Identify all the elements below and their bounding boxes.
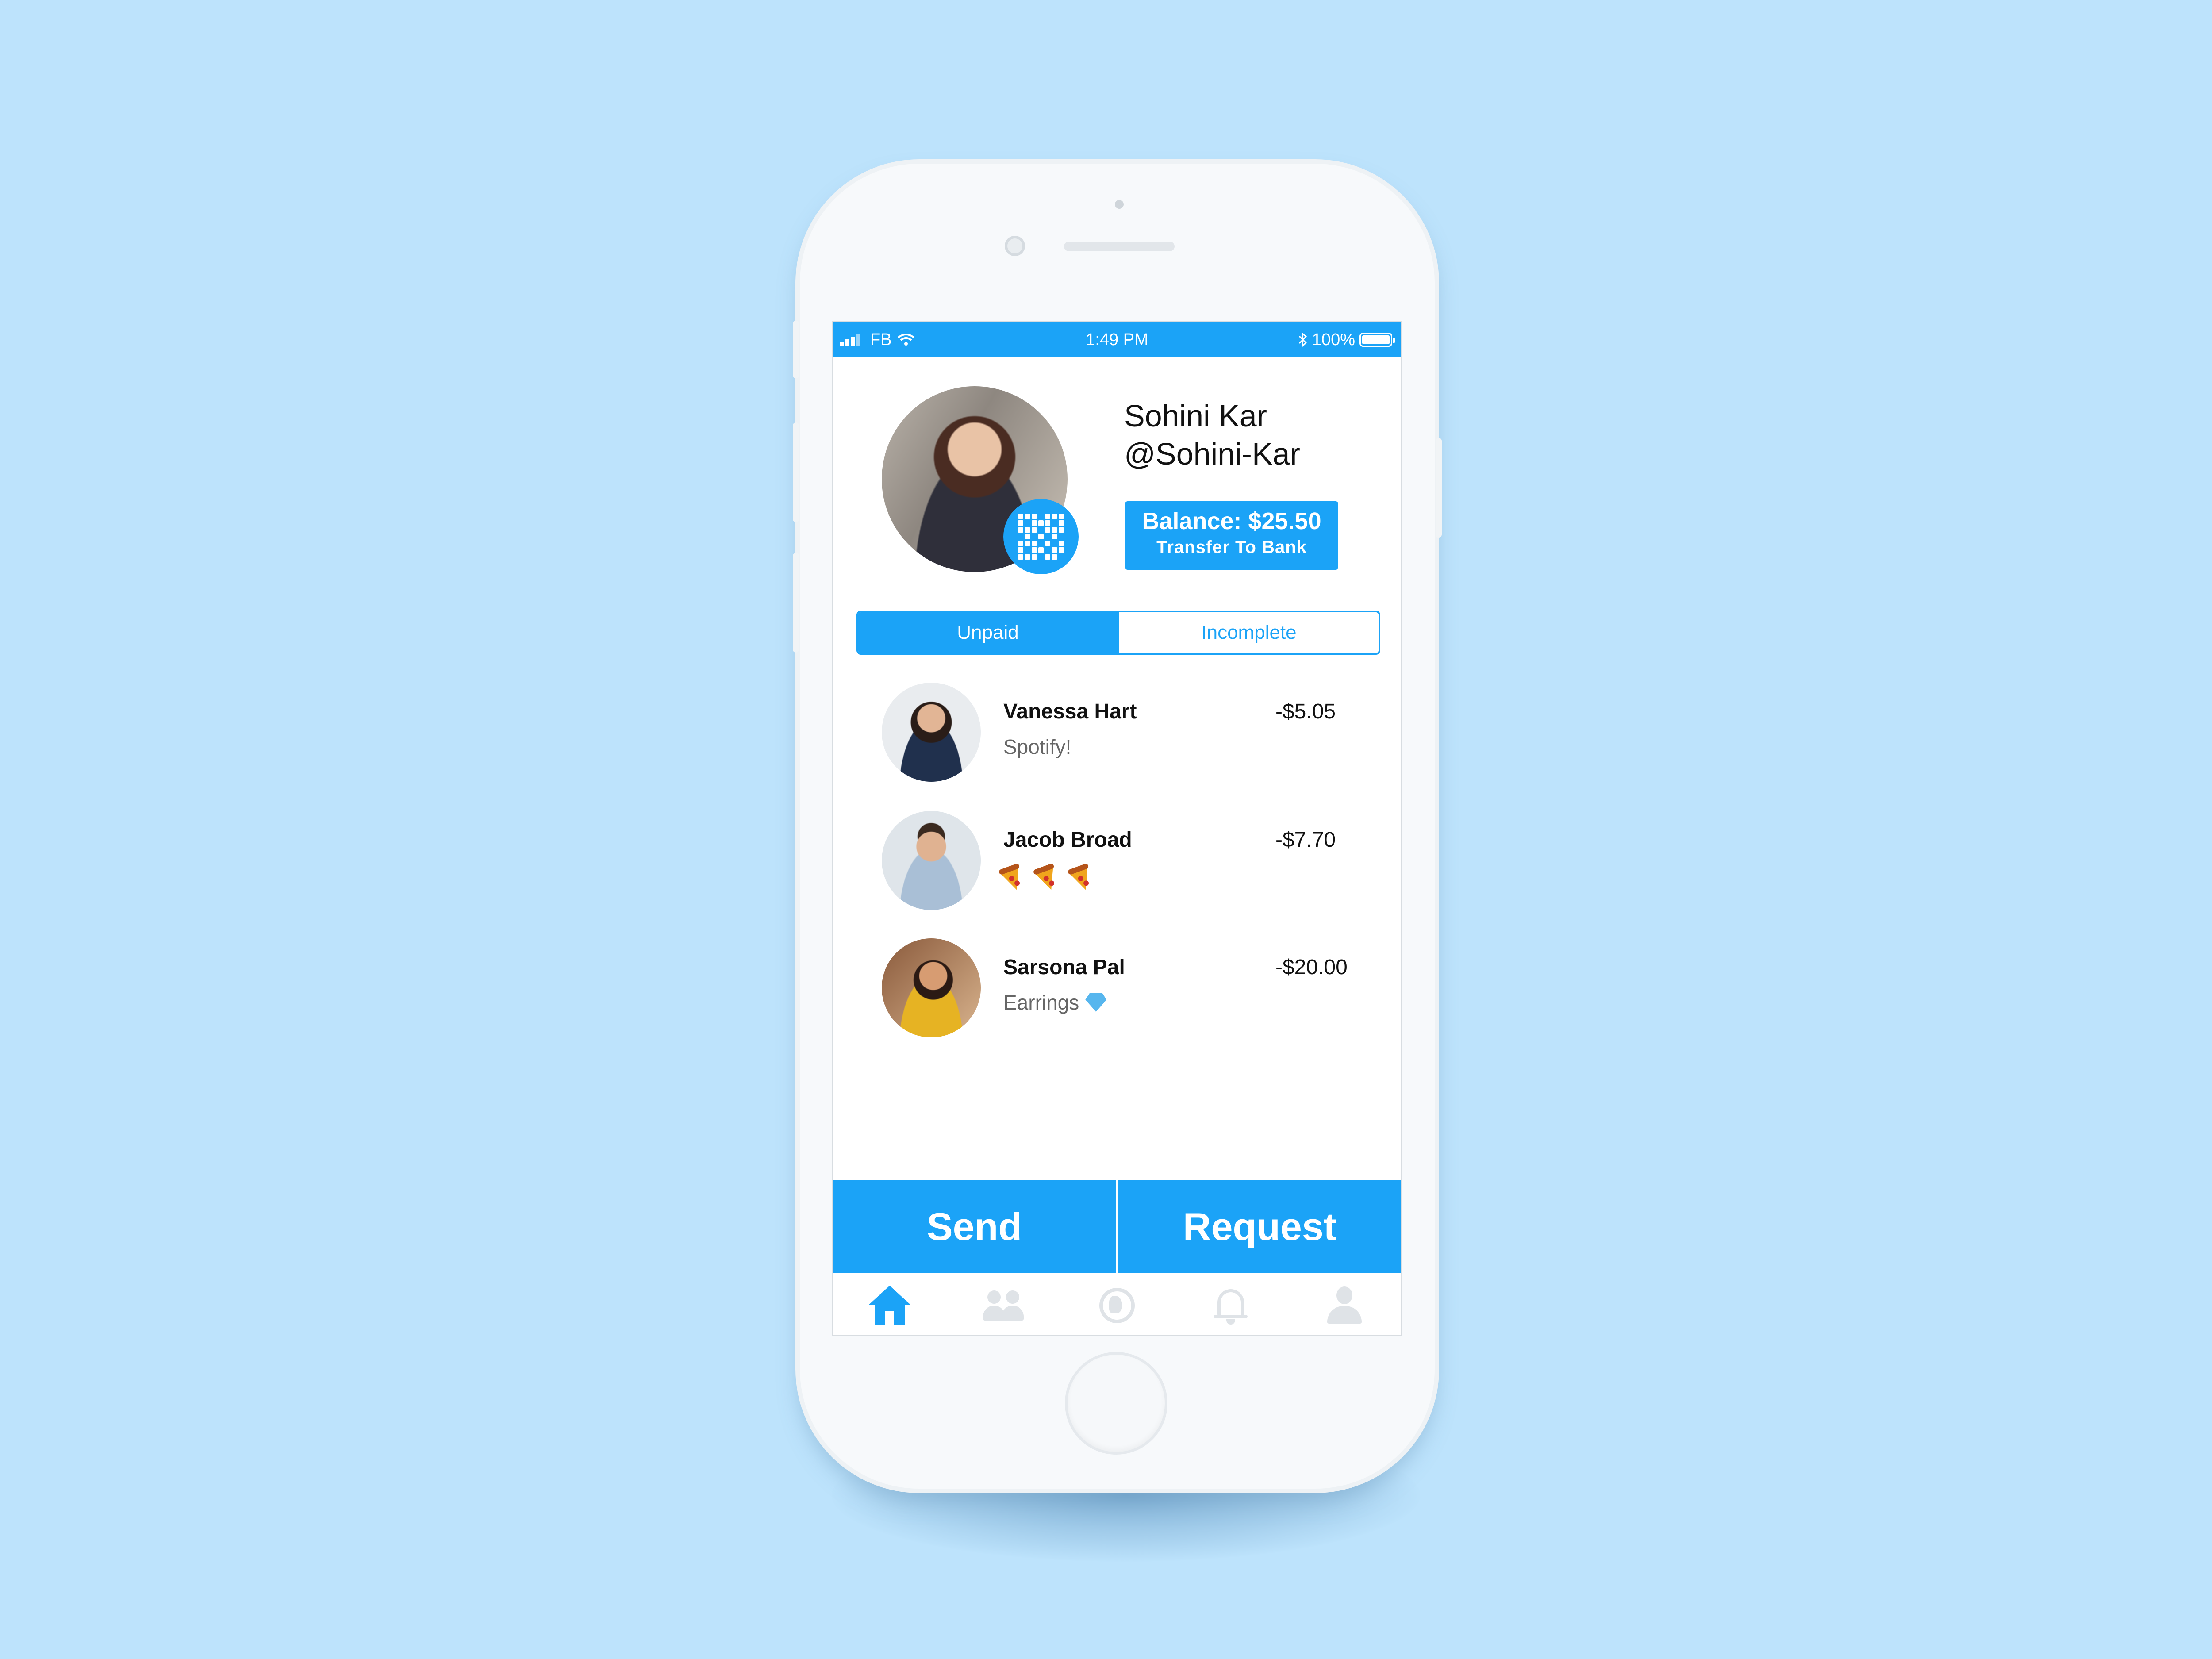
tab-incomplete[interactable]: Incomplete: [1118, 612, 1379, 653]
proximity-sensor: [1115, 200, 1124, 209]
transaction-name: Vanessa Hart: [1003, 700, 1137, 723]
transaction-amount: -$20.00: [1275, 956, 1348, 979]
avatar: [882, 811, 981, 910]
nav-globe[interactable]: [1060, 1273, 1174, 1335]
friends-icon: [981, 1288, 1025, 1323]
pizza-icon: [1069, 866, 1095, 894]
front-camera: [1005, 236, 1025, 256]
avatar: [882, 683, 981, 782]
battery-percent: 100%: [1312, 330, 1355, 349]
send-button[interactable]: Send: [833, 1180, 1116, 1273]
nav-home[interactable]: [833, 1273, 947, 1335]
transfer-label: Transfer To Bank: [1156, 538, 1307, 557]
pizza-icon: [1035, 866, 1060, 894]
avatar: [882, 938, 981, 1037]
status-bar: FB 1:49 PM 100%: [833, 322, 1401, 357]
balance-label: Balance: $25.50: [1142, 508, 1321, 534]
memo-text: Spotify!: [1003, 735, 1071, 758]
qr-code-button[interactable]: [1003, 499, 1079, 574]
payment-status-tabs: Unpaid Incomplete: [856, 611, 1380, 655]
nav-friends[interactable]: [947, 1273, 1060, 1335]
transaction-row[interactable]: Sarsona Pal Earrings -$20.00: [833, 938, 1401, 1040]
transaction-memo: [1000, 866, 1101, 894]
app-screen: FB 1:49 PM 100% Sohini Kar @Sohini-Kar B…: [832, 321, 1402, 1336]
action-bar: Send Request: [833, 1180, 1401, 1273]
pizza-icon: [1000, 866, 1026, 894]
transaction-amount: -$7.70: [1275, 828, 1336, 852]
bluetooth-icon: [1298, 332, 1307, 347]
gem-icon: [1085, 993, 1107, 1012]
earpiece-speaker: [1064, 242, 1175, 251]
profile-name: Sohini Kar: [1124, 399, 1267, 433]
volume-up-button: [793, 422, 799, 522]
request-button[interactable]: Request: [1116, 1180, 1401, 1273]
volume-down-button: [793, 553, 799, 653]
memo-text: Earrings: [1003, 991, 1079, 1014]
transaction-row[interactable]: Jacob Broad -$7.70: [833, 811, 1401, 913]
transaction-row[interactable]: Vanessa Hart Spotify! -$5.05: [833, 683, 1401, 784]
nav-notifications[interactable]: [1174, 1273, 1287, 1335]
nav-profile[interactable]: [1287, 1273, 1401, 1335]
transaction-memo: Spotify!: [1003, 735, 1071, 759]
transaction-memo: Earrings: [1003, 991, 1107, 1014]
bell-icon: [1213, 1286, 1248, 1325]
qr-code-icon: [1018, 514, 1064, 560]
transaction-name: Sarsona Pal: [1003, 956, 1125, 979]
transaction-amount: -$5.05: [1275, 700, 1336, 723]
mute-switch: [793, 321, 799, 378]
globe-icon: [1099, 1287, 1135, 1323]
user-icon: [1325, 1286, 1363, 1325]
profile-handle: @Sohini-Kar: [1124, 437, 1300, 471]
power-button: [1436, 438, 1442, 538]
bottom-nav: [833, 1273, 1401, 1335]
home-icon: [868, 1285, 911, 1325]
transfer-to-bank-button[interactable]: Balance: $25.50 Transfer To Bank: [1125, 501, 1338, 570]
transaction-name: Jacob Broad: [1003, 828, 1132, 852]
tab-unpaid[interactable]: Unpaid: [858, 612, 1118, 653]
home-button[interactable]: [1068, 1355, 1165, 1452]
clock: 1:49 PM: [1086, 330, 1148, 349]
battery-icon: [1359, 333, 1395, 347]
